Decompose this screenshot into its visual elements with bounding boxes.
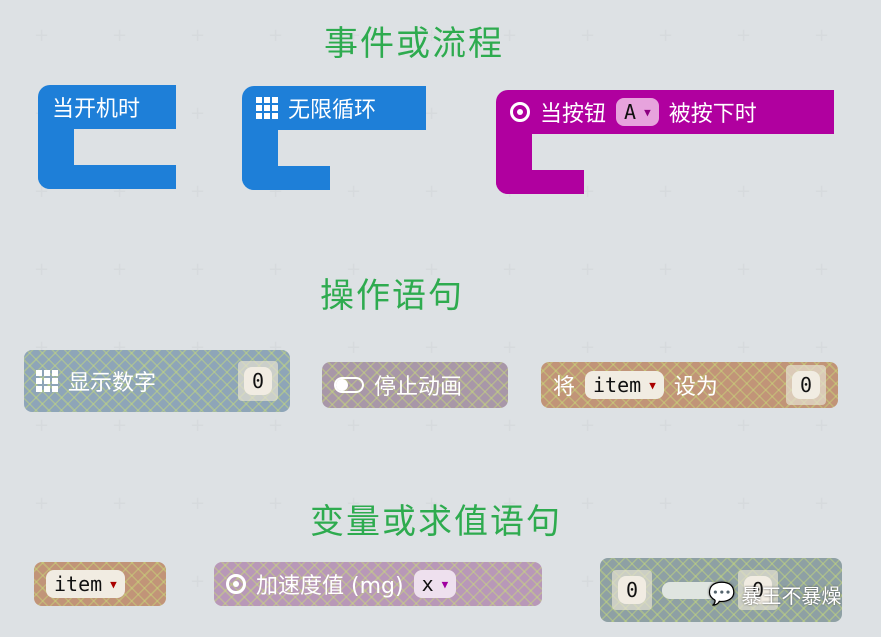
grid-plus-icon: + <box>814 181 830 202</box>
grid-plus-icon: + <box>424 181 440 202</box>
grid-plus-icon: + <box>580 259 596 280</box>
grid-plus-icon: + <box>112 259 128 280</box>
axis-value: x <box>421 572 434 596</box>
grid-plus-icon: + <box>346 337 362 358</box>
grid-plus-icon: + <box>736 493 752 514</box>
grid-plus-icon: + <box>658 181 674 202</box>
set-variable-block[interactable]: 将 item ▼ 设为 0 <box>541 362 838 408</box>
section-title-actions: 操作语句 <box>320 276 464 316</box>
led-grid-icon <box>256 97 278 119</box>
grid-plus-icon: + <box>580 25 596 46</box>
grid-plus-icon: + <box>814 415 830 436</box>
on-button-prefix: 当按钮 <box>540 102 607 127</box>
variable-item-block[interactable]: item ▼ <box>34 562 166 606</box>
grid-plus-icon: + <box>190 103 206 124</box>
grid-plus-icon: + <box>814 337 830 358</box>
led-grid-icon <box>36 370 58 392</box>
grid-plus-icon: + <box>346 181 362 202</box>
grid-plus-icon: + <box>190 259 206 280</box>
button-value: A <box>624 100 637 124</box>
section-title-events: 事件或流程 <box>324 24 504 64</box>
acceleration-label: 加速度值 (mg) <box>256 574 404 599</box>
grid-plus-icon: + <box>268 493 284 514</box>
grid-plus-icon: + <box>190 493 206 514</box>
set-prefix: 将 <box>553 375 576 400</box>
button-dropdown[interactable]: A ▼ <box>616 98 659 126</box>
grid-plus-icon: + <box>658 493 674 514</box>
grid-plus-icon: + <box>736 415 752 436</box>
dropdown-arrow-icon: ▼ <box>649 378 656 392</box>
grid-plus-icon: + <box>658 25 674 46</box>
grid-plus-icon: + <box>424 103 440 124</box>
grid-plus-icon: + <box>736 259 752 280</box>
grid-plus-icon: + <box>190 571 206 592</box>
number-input[interactable]: 0 <box>243 367 272 395</box>
left-operand[interactable]: 0 <box>618 576 647 604</box>
grid-plus-icon: + <box>34 493 50 514</box>
on-button-suffix: 被按下时 <box>668 102 757 127</box>
grid-plus-icon: + <box>814 493 830 514</box>
input-icon <box>226 574 246 594</box>
on-start-label: 当开机时 <box>52 97 141 122</box>
forever-label: 无限循环 <box>288 98 377 123</box>
grid-plus-icon: + <box>658 415 674 436</box>
grid-plus-icon: + <box>814 25 830 46</box>
dropdown-arrow-icon: ▼ <box>441 577 449 591</box>
grid-plus-icon: + <box>580 337 596 358</box>
grid-plus-icon: + <box>346 415 362 436</box>
grid-plus-icon: + <box>424 337 440 358</box>
grid-plus-icon: + <box>502 415 518 436</box>
show-number-block[interactable]: 显示数字 0 <box>24 350 290 412</box>
section-title-values: 变量或求值语句 <box>310 502 562 542</box>
grid-plus-icon: + <box>424 415 440 436</box>
grid-plus-icon: + <box>34 259 50 280</box>
grid-plus-icon: + <box>112 25 128 46</box>
watermark-text: 暴王不暴燥 <box>741 584 842 608</box>
value-input[interactable]: 0 <box>791 371 820 399</box>
dropdown-arrow-icon: ▼ <box>644 105 651 119</box>
grid-plus-icon: + <box>736 25 752 46</box>
grid-plus-icon: + <box>658 337 674 358</box>
grid-plus-icon: + <box>736 181 752 202</box>
grid-plus-icon: + <box>580 493 596 514</box>
grid-plus-icon: + <box>502 25 518 46</box>
grid-plus-icon: + <box>580 415 596 436</box>
grid-plus-icon: + <box>190 25 206 46</box>
dropdown-arrow-icon: ▼ <box>110 577 117 591</box>
grid-plus-icon: + <box>736 337 752 358</box>
grid-plus-icon: + <box>268 415 284 436</box>
acceleration-block[interactable]: 加速度值 (mg) x ▼ <box>214 562 542 606</box>
grid-plus-icon: + <box>190 415 206 436</box>
grid-plus-icon: + <box>658 259 674 280</box>
button-input-icon <box>510 102 530 122</box>
set-suffix: 设为 <box>673 375 718 400</box>
variable-name: item <box>54 572 103 596</box>
axis-dropdown[interactable]: x ▼ <box>413 570 457 598</box>
grid-plus-icon: + <box>268 25 284 46</box>
grid-plus-icon: + <box>112 415 128 436</box>
grid-plus-icon: + <box>502 337 518 358</box>
grid-plus-icon: + <box>112 493 128 514</box>
grid-plus-icon: + <box>34 25 50 46</box>
grid-plus-icon: + <box>190 181 206 202</box>
grid-plus-icon: + <box>502 259 518 280</box>
grid-plus-icon: + <box>34 415 50 436</box>
grid-plus-icon: + <box>268 259 284 280</box>
variable-dropdown[interactable]: item ▼ <box>46 570 125 598</box>
toggle-icon <box>334 377 364 393</box>
variable-dropdown[interactable]: item ▼ <box>585 371 664 399</box>
watermark: 💬 暴王不暴燥 <box>708 580 841 609</box>
stop-animation-block[interactable]: 停止动画 <box>322 362 508 408</box>
grid-plus-icon: + <box>580 571 596 592</box>
variable-name: item <box>593 373 642 397</box>
stop-animation-label: 停止动画 <box>374 375 463 400</box>
wechat-icon: 💬 <box>708 582 736 607</box>
show-number-label: 显示数字 <box>68 371 157 396</box>
grid-plus-icon: + <box>814 259 830 280</box>
